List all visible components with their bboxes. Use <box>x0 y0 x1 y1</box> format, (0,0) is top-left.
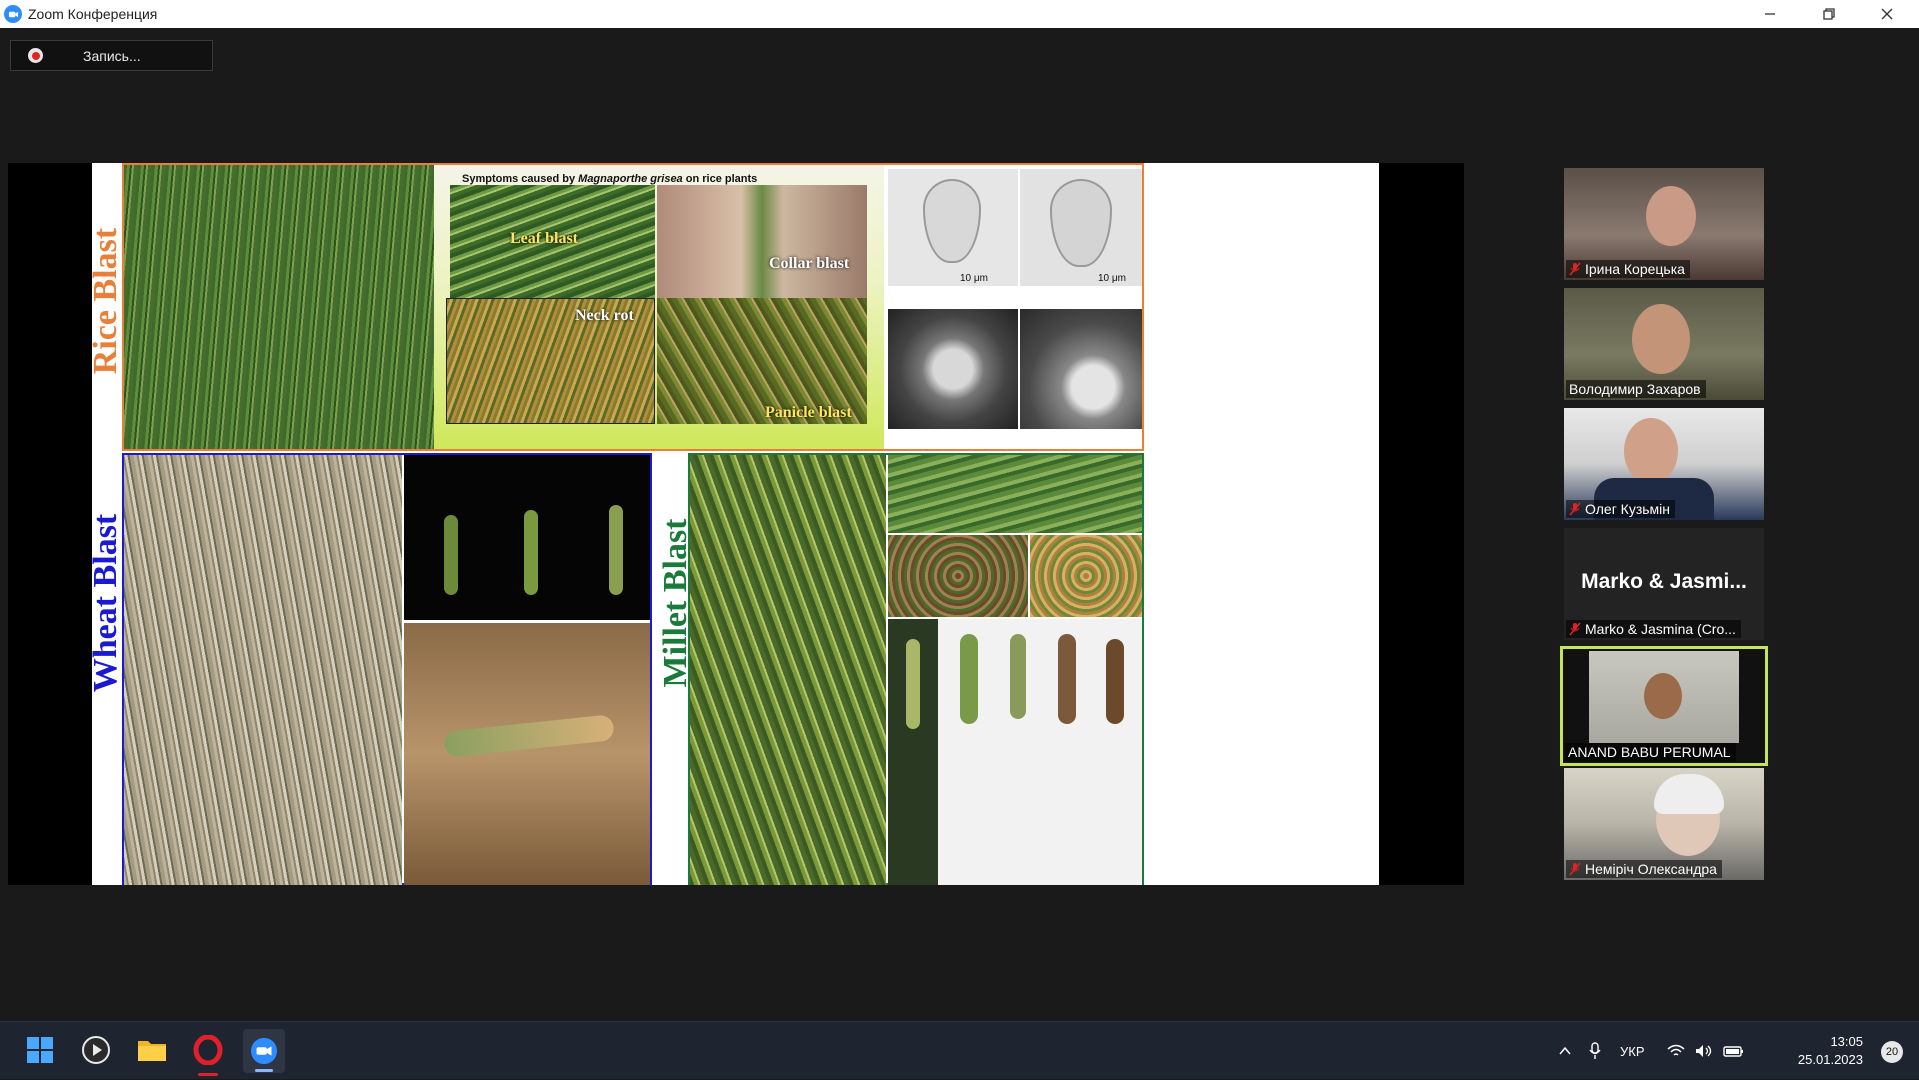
rice-symptoms-heading: Symptoms caused by Magnaporthe grisea on… <box>462 173 758 185</box>
wheat-head-photo <box>404 623 650 885</box>
participant-tile[interactable]: Ірина Корецька <box>1564 168 1764 280</box>
opera-icon <box>193 1035 223 1065</box>
participant-name-label: Ірина Корецька <box>1566 260 1690 278</box>
participant-name-label: Олег Кузьмін <box>1566 500 1676 518</box>
opera-button[interactable] <box>190 1032 226 1076</box>
millet-panicle <box>1106 639 1124 724</box>
millet-panicle <box>960 634 978 724</box>
close-icon <box>1881 8 1893 20</box>
window-title: Zoom Конференция <box>28 6 158 22</box>
wifi-icon[interactable] <box>1667 1044 1685 1058</box>
recording-indicator[interactable]: Запись... <box>10 40 213 71</box>
panicle-blast-caption: Panicle blast <box>765 404 852 421</box>
file-explorer-icon <box>138 1041 166 1061</box>
spore-shape <box>1050 179 1112 267</box>
start-button[interactable] <box>22 1032 58 1068</box>
rice-field-photo <box>124 165 434 449</box>
spore-micrograph-2: 10 μm <box>1020 169 1142 286</box>
start-icon <box>27 1037 53 1063</box>
participant-name-label: Marko & Jasmina (Cro... <box>1566 620 1741 638</box>
notification-badge[interactable]: 20 <box>1881 1041 1903 1063</box>
participant-name-label: Немірiч Олександра <box>1566 860 1722 878</box>
wheat-ear <box>443 714 615 758</box>
meeting-area: Запись... Rice Blast Symptoms caused by … <box>0 28 1919 1021</box>
chevron-up-icon[interactable] <box>1558 1044 1572 1058</box>
wheat-spikes-photo <box>404 455 650 620</box>
system-clock[interactable]: 13:05 25.01.2023 <box>1798 1033 1863 1069</box>
participant-tile[interactable]: Marko & Jasmi... Marko & Jasmina (Cro... <box>1564 528 1764 640</box>
participant-display-name: Marko & Jasmi... <box>1581 570 1747 593</box>
zoom-icon <box>250 1037 278 1065</box>
participant-tile[interactable]: Олег Кузьмін <box>1564 408 1764 520</box>
record-icon <box>28 48 43 63</box>
wheat-field-photo <box>124 455 402 885</box>
language-indicator[interactable]: УКР <box>1620 1044 1645 1059</box>
system-tray: УКР <box>1558 1022 1745 1080</box>
millet-head-photo-1 <box>888 535 1028 617</box>
participant-tile[interactable]: Немірiч Олександра <box>1564 768 1764 880</box>
millet-plants-photo <box>690 455 886 885</box>
running-indicator <box>255 1069 273 1072</box>
clock-time: 13:05 <box>1830 1034 1863 1049</box>
zoom-taskbar-button[interactable] <box>243 1029 285 1073</box>
collar-blast-caption: Collar blast <box>769 255 850 272</box>
participant-video <box>1646 186 1696 246</box>
participant-name-label: ANAND BABU PERUMAL <box>1565 743 1736 761</box>
media-player-icon <box>82 1036 110 1064</box>
zoom-app-icon <box>4 5 22 23</box>
file-explorer-button[interactable] <box>134 1032 170 1068</box>
millet-panicle <box>1058 634 1076 724</box>
participant-video <box>1632 304 1690 374</box>
mic-muted-icon <box>1569 862 1581 876</box>
participant-video <box>1624 418 1678 484</box>
scale-bar-label: 10 μm <box>960 273 988 284</box>
shared-screen[interactable]: Rice Blast Symptoms caused by Magnaporth… <box>8 163 1464 885</box>
participant-tile[interactable]: Володимир Захаров <box>1564 288 1764 400</box>
battery-icon[interactable] <box>1722 1044 1745 1058</box>
neck-rot-caption: Neck rot <box>575 307 634 324</box>
recording-label: Запись... <box>83 47 141 64</box>
millet-leaf-photo <box>888 455 1142 533</box>
collar-blast-photo: Collar blast <box>657 185 867 298</box>
wheat-spike <box>609 505 623 595</box>
millet-panicle <box>906 639 920 729</box>
millet-panicle <box>1010 634 1026 719</box>
participant-hair <box>1654 774 1724 814</box>
title-bar: Zoom Конференция <box>0 0 1919 28</box>
wheat-spike <box>444 515 458 595</box>
leaf-blast-photo: Leaf blast <box>450 185 655 298</box>
mic-muted-icon <box>1569 262 1581 276</box>
scale-bar-label: 10 μm <box>1098 273 1126 284</box>
millet-panicles-photo <box>888 619 1142 885</box>
neck-rot-photo: Neck rot <box>446 298 655 424</box>
participant-face <box>1644 673 1682 719</box>
sem-micrograph-1 <box>888 309 1018 429</box>
microphone-icon[interactable] <box>1588 1042 1602 1060</box>
clock-date: 25.01.2023 <box>1797 1052 1863 1067</box>
wheat-spike <box>524 510 538 595</box>
restore-icon <box>1823 8 1835 20</box>
panicle-blast-photo: Panicle blast <box>657 298 867 424</box>
participant-tile-active-speaker[interactable]: ANAND BABU PERUMAL <box>1560 646 1768 766</box>
leaf-blast-caption: Leaf blast <box>510 230 578 247</box>
sem-micrograph-2 <box>1020 309 1142 429</box>
close-button[interactable] <box>1858 0 1916 28</box>
mic-muted-icon <box>1569 502 1581 516</box>
spore-shape <box>923 179 981 263</box>
minimize-button[interactable] <box>1741 0 1799 28</box>
mic-muted-icon <box>1569 622 1581 636</box>
restore-button[interactable] <box>1800 0 1858 28</box>
spore-micrograph-1: 10 μm <box>888 169 1018 286</box>
volume-icon[interactable] <box>1695 1044 1713 1058</box>
running-indicator <box>198 1073 218 1076</box>
minimize-icon <box>1765 13 1775 15</box>
presentation-slide: Rice Blast Symptoms caused by Magnaporth… <box>92 163 1379 885</box>
participant-name-label: Володимир Захаров <box>1566 380 1706 398</box>
media-player-button[interactable] <box>78 1032 114 1068</box>
windows-taskbar: УКР 13:05 25.01.2023 20 <box>0 1021 1919 1079</box>
participant-video <box>1589 651 1739 743</box>
millet-head-photo-2 <box>1030 535 1142 617</box>
